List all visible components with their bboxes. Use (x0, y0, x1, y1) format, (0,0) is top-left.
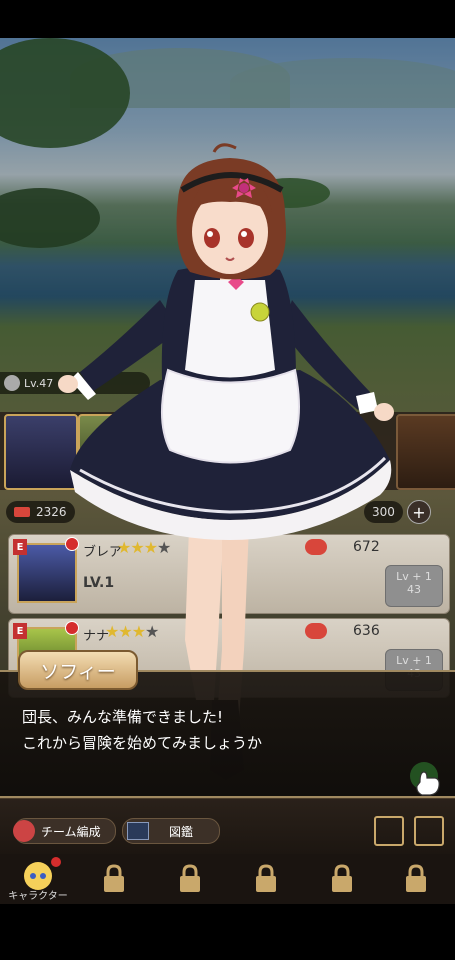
lock-icon (180, 864, 200, 892)
speaker-name-tag: ソフィー (18, 650, 138, 690)
lock-icon (104, 864, 124, 892)
encyclopedia-label: 図鑑 (169, 824, 194, 839)
tab-locked[interactable] (380, 856, 452, 904)
team-icon (13, 820, 35, 842)
tab-locked[interactable] (78, 856, 150, 904)
team-formation-label: チーム編成 (41, 824, 101, 839)
dialog-text-line-2: これから冒険を始めてみましょうか (22, 734, 263, 752)
team-formation-button[interactable]: チーム編成 (13, 818, 116, 844)
lock-icon (406, 864, 426, 892)
tab-locked[interactable] (306, 856, 378, 904)
tap-hand-icon[interactable] (408, 762, 448, 798)
fullscreen-icon[interactable] (414, 816, 444, 846)
tab-locked[interactable] (154, 856, 226, 904)
tab-character[interactable]: キャラクター (2, 856, 74, 904)
tab-label: キャラクター (8, 891, 68, 902)
encyclopedia-button[interactable]: 図鑑 (122, 818, 220, 844)
grid-view-icon[interactable] (374, 816, 404, 846)
system-navigation-area (0, 904, 455, 960)
lock-icon (256, 864, 276, 892)
lock-icon (332, 864, 352, 892)
speaker-name: ソフィー (40, 660, 116, 683)
dialog-text-line-1: 団長、みんな準備できました! (22, 708, 224, 726)
tab-locked[interactable] (230, 856, 302, 904)
book-icon (127, 822, 149, 840)
